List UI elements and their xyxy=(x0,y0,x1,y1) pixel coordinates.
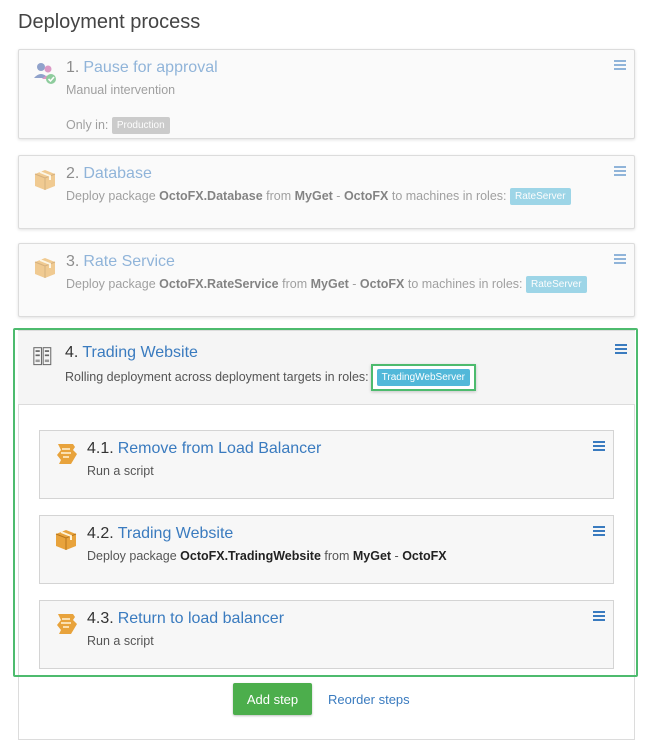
package-icon xyxy=(34,258,56,278)
step-name-link[interactable]: Pause for approval xyxy=(83,59,217,76)
package-icon xyxy=(34,170,56,190)
step-name-link[interactable]: Database xyxy=(83,165,152,182)
only-in-label: Only in: xyxy=(66,117,109,132)
step-description: Run a script xyxy=(87,464,154,478)
step-menu-icon[interactable] xyxy=(593,441,605,452)
step-number: 4. xyxy=(65,344,79,361)
step-menu-icon[interactable] xyxy=(614,254,626,265)
package-name: OctoFX.TradingWebsite xyxy=(180,549,321,563)
child-step-4-1: 4.1. Remove from Load Balancer Run a scri… xyxy=(39,430,614,499)
page-title: Deployment process xyxy=(18,11,201,33)
step-number: 2. xyxy=(66,165,80,182)
step-description: Rolling deployment across deployment tar… xyxy=(65,364,477,392)
reorder-steps-link[interactable]: Reorder steps xyxy=(328,692,410,707)
step-number: 3. xyxy=(66,253,80,270)
step-menu-icon[interactable] xyxy=(614,60,626,71)
step-number: 4.3. xyxy=(87,610,114,627)
step-card-4: 4. Trading Website Rolling deployment acr… xyxy=(18,331,635,405)
step-menu-icon[interactable] xyxy=(593,611,605,622)
role-badge: RateServer xyxy=(510,188,571,206)
step-description: Deploy package OctoFX.Database from MyGe… xyxy=(66,188,571,206)
step-name-link[interactable]: Trading Website xyxy=(118,525,234,542)
step-number: 1. xyxy=(66,59,80,76)
step-menu-icon[interactable] xyxy=(593,526,605,537)
script-icon xyxy=(57,444,77,464)
users-approval-icon xyxy=(34,63,56,84)
step-description: Deploy package OctoFX.TradingWebsite fro… xyxy=(87,549,447,563)
step-card-2: 2. Database Deploy package OctoFX.Databas… xyxy=(18,155,635,229)
step-number: 4.1. xyxy=(87,440,114,457)
child-step-4-3: 4.3. Return to load balancer Run a script xyxy=(39,600,614,669)
package-name: OctoFX.RateService xyxy=(159,277,279,291)
environment-badge: Production xyxy=(111,117,170,134)
role-badge: RateServer xyxy=(525,276,587,294)
role-badge: TradingWebServer xyxy=(376,369,471,387)
step-number: 4.2. xyxy=(87,525,114,542)
step-menu-icon[interactable] xyxy=(614,166,626,177)
add-step-button[interactable]: Add step xyxy=(233,683,312,715)
rolling-deploy-icon xyxy=(33,347,52,366)
package-name: OctoFX.Database xyxy=(159,189,263,203)
step-name-link[interactable]: Rate Service xyxy=(83,253,175,270)
step-menu-icon[interactable] xyxy=(615,344,627,355)
package-icon xyxy=(55,530,77,550)
role-highlight: TradingWebServer xyxy=(370,364,477,392)
step-name-link[interactable]: Return to load balancer xyxy=(118,610,284,627)
step-card-3: 3. Rate Service Deploy package OctoFX.Rat… xyxy=(18,243,635,317)
script-icon xyxy=(57,614,77,634)
child-step-4-2: 4.2. Trading Website Deploy package OctoF… xyxy=(39,515,614,584)
step-name-link[interactable]: Trading Website xyxy=(82,344,198,361)
step-description: Run a script xyxy=(87,634,154,648)
step-description: Manual intervention xyxy=(66,83,176,97)
step-description: Deploy package OctoFX.RateService from M… xyxy=(66,276,587,294)
step-card-1: 1. Pause for approval Manual intervention… xyxy=(18,49,635,139)
step-name-link[interactable]: Remove from Load Balancer xyxy=(118,440,322,457)
